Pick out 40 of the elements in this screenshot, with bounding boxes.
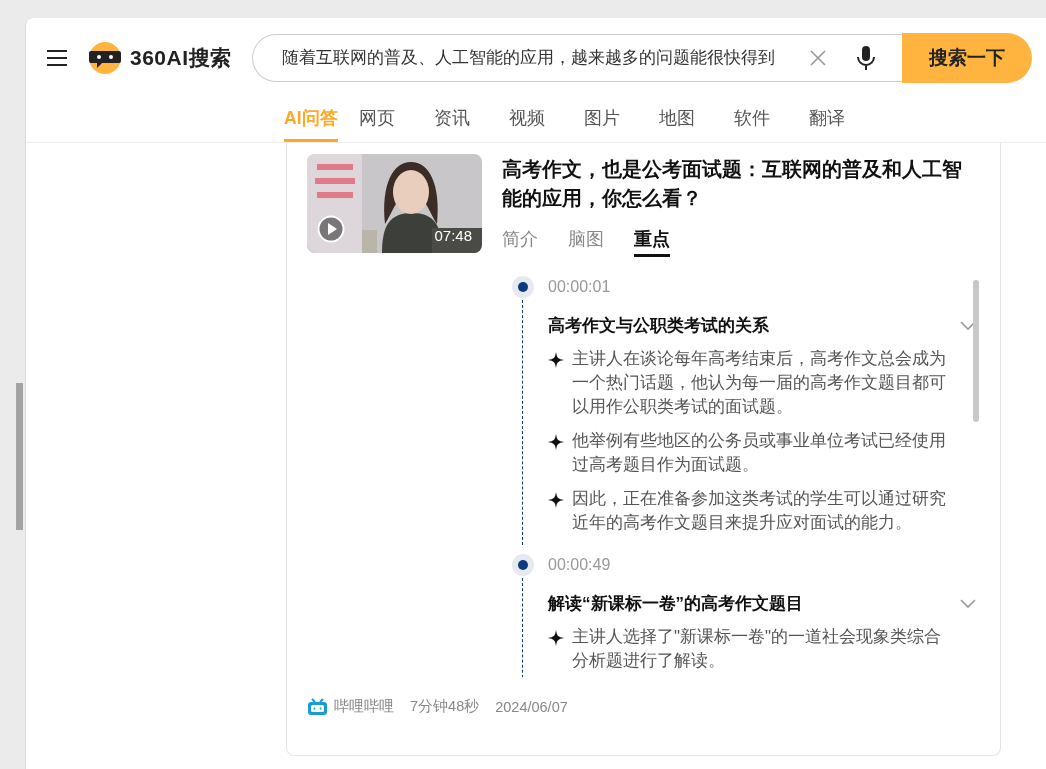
summary-point: 主讲人在谈论每年高考结束后，高考作文总会成为一个热门话题，他认为每一届的高考作文题目都可以用作公职类考试的面试题。 bbox=[572, 348, 947, 418]
nav-tab[interactable]: 资讯 bbox=[434, 98, 470, 142]
content-tab[interactable]: 重点 bbox=[634, 225, 670, 257]
play-icon[interactable] bbox=[317, 215, 345, 243]
summary-point: 因此，正在准备参加这类考试的学生可以通过研究近年的高考作文题目来提升应对面试的能力。 bbox=[572, 488, 947, 534]
microphone-icon[interactable] bbox=[855, 45, 876, 71]
nav-tab[interactable]: 图片 bbox=[584, 98, 620, 142]
summary-point: 他举例有些地区的公务员或事业单位考试已经使用过高考题目作为面试题。 bbox=[572, 430, 947, 476]
nav-tab[interactable]: 地图 bbox=[659, 98, 695, 142]
sparkle-icon bbox=[548, 492, 564, 508]
video-duration: 07:48 bbox=[434, 227, 472, 244]
section-title: 解读“新课标一卷”的高考作文题目 bbox=[548, 593, 803, 615]
nav-tab[interactable]: 软件 bbox=[734, 98, 770, 142]
logo-text: 360AI搜索 bbox=[130, 45, 232, 71]
publish-date: 2024/06/07 bbox=[495, 698, 568, 715]
search-button[interactable]: 搜索一下 bbox=[901, 33, 1032, 83]
sparkle-icon bbox=[548, 352, 564, 368]
timeline-dot bbox=[512, 276, 534, 298]
logo-icon bbox=[88, 42, 122, 74]
sparkle-icon bbox=[548, 630, 564, 646]
content-tab[interactable]: 脑图 bbox=[568, 225, 604, 257]
scrollbar-thumb[interactable] bbox=[973, 280, 979, 422]
menu-icon[interactable] bbox=[47, 50, 67, 66]
sparkle-icon bbox=[548, 434, 564, 450]
content-tab[interactable]: 简介 bbox=[502, 225, 538, 257]
video-length: 7分钟48秒 bbox=[410, 697, 480, 716]
nav-tab[interactable]: 视频 bbox=[509, 98, 545, 142]
source-name: 哔哩哔哩 bbox=[334, 697, 394, 716]
scrollbar-thumb[interactable] bbox=[16, 383, 23, 530]
timeline-dot bbox=[512, 554, 534, 576]
chevron-icon[interactable] bbox=[960, 598, 976, 609]
tv-icon bbox=[307, 697, 328, 716]
chevron-icon[interactable] bbox=[960, 320, 976, 331]
nav-tab[interactable]: 网页 bbox=[359, 98, 395, 142]
summary-point: 主讲人选择了"新课标一卷"的一道社会现象类综合分析题进行了解读。 bbox=[572, 626, 943, 672]
section-title: 高考作文与公职类考试的关系 bbox=[548, 315, 769, 337]
nav-tab[interactable]: 翻译 bbox=[809, 98, 845, 142]
search-field[interactable]: 随着互联网的普及、人工智能的应用，越来越多的问题能很快得到 bbox=[279, 47, 804, 69]
close-icon[interactable] bbox=[809, 50, 826, 66]
result-title[interactable]: 高考作文，也是公考面试题：互联网的普及和人工智能的应用，你怎么看？ bbox=[502, 155, 972, 213]
